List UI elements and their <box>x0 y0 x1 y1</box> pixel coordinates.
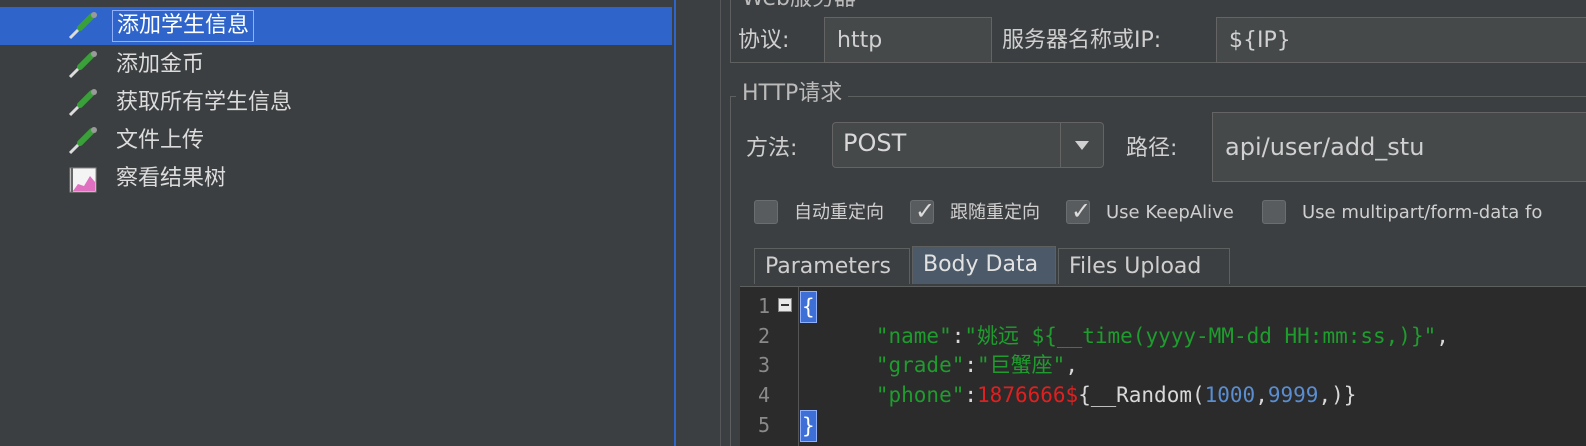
tree-item-label: 添加金币 <box>116 52 205 77</box>
code-line-4: "phone":1876666${__Random(1000,9999,)} <box>800 380 1357 410</box>
pipette-icon <box>68 89 97 117</box>
pipette-icon <box>68 12 97 40</box>
json-comma: , <box>1255 383 1268 407</box>
follow-redirect-label: 跟随重定向 <box>950 202 1040 223</box>
json-number: 1000 <box>1204 383 1256 407</box>
json-invalid-token: 1876666$ <box>977 383 1079 407</box>
http-request-title: HTTP请求 <box>736 80 849 108</box>
json-comma: , <box>1436 324 1449 348</box>
json-colon: : <box>964 353 978 377</box>
code-line-3: "grade":"巨蟹座", <box>800 350 1078 380</box>
json-string: "巨蟹座" <box>977 353 1066 377</box>
multipart-label: Use multipart/form-data fo <box>1302 202 1543 223</box>
tree-item-get-all-students[interactable]: 获取所有学生信息 <box>0 84 672 122</box>
code-line-2: "name":"姚远 ${__time(yyyy-MM-dd HH:mm:ss,… <box>800 321 1449 351</box>
tab-files-upload[interactable]: Files Upload <box>1058 248 1230 284</box>
line-number: 5 <box>757 413 770 437</box>
method-value: POST <box>843 129 907 157</box>
json-function: {__Random( <box>1078 383 1205 407</box>
tab-parameters[interactable]: Parameters <box>754 248 910 284</box>
json-colon: : <box>951 324 965 348</box>
multipart-checkbox[interactable] <box>1262 200 1286 224</box>
protocol-input[interactable] <box>824 17 992 63</box>
server-name-label: 服务器名称或IP: <box>1002 28 1162 53</box>
path-label: 路径: <box>1126 136 1178 161</box>
keepalive-checkbox[interactable]: ✓ <box>1066 197 1092 225</box>
fold-collapse-icon[interactable] <box>778 298 792 312</box>
server-name-input[interactable] <box>1216 17 1586 63</box>
json-string: "姚远 ${__time(yyyy-MM-dd HH:mm:ss,)}" <box>964 324 1437 348</box>
checkmark-icon: ✓ <box>915 197 936 225</box>
json-key: "phone" <box>875 383 965 407</box>
pipette-icon <box>68 51 97 79</box>
test-plan-tree: 添加学生信息 添加金币 获取所有学生信息 文件上传 察看结果树 <box>0 0 674 446</box>
tree-item-label: 文件上传 <box>116 128 205 153</box>
auto-redirect-checkbox[interactable] <box>754 200 778 224</box>
code-line-1: { <box>800 291 817 323</box>
line-number: 1 <box>757 294 770 318</box>
body-data-editor[interactable]: 1 2 3 4 5 { "name":"姚远 ${__time(yyyy-MM-… <box>740 286 1586 446</box>
protocol-label: 协议: <box>738 28 790 53</box>
line-number: 4 <box>757 383 770 407</box>
line-number: 3 <box>757 353 770 377</box>
matched-brace: } <box>800 410 817 442</box>
tree-item-label: 察看结果树 <box>116 166 227 191</box>
line-number-gutter: 1 2 3 4 5 <box>740 287 799 446</box>
tab-body-data[interactable]: Body Data <box>912 246 1056 284</box>
tree-item-view-results-tree[interactable]: 察看结果树 <box>0 160 672 198</box>
json-colon: : <box>964 383 978 407</box>
checkmark-icon: ✓ <box>1071 197 1092 225</box>
pipette-icon <box>68 127 97 155</box>
json-key: "name" <box>875 324 952 348</box>
jmeter-window: 添加学生信息 添加金币 获取所有学生信息 文件上传 察看结果树 协议: http… <box>0 0 1586 446</box>
keepalive-label: Use KeepAlive <box>1106 202 1234 223</box>
json-key: "grade" <box>875 353 965 377</box>
method-select[interactable]: POST <box>832 122 1104 168</box>
matched-brace: { <box>800 291 817 323</box>
method-label: 方法: <box>746 136 798 161</box>
chevron-down-icon <box>1075 140 1089 150</box>
path-input[interactable] <box>1212 112 1586 182</box>
tree-item-label: 获取所有学生信息 <box>116 90 293 115</box>
tree-item-label: 添加学生信息 <box>112 10 255 42</box>
json-comma: , <box>1065 353 1078 377</box>
tree-item-add-student[interactable]: 添加学生信息 <box>0 7 672 45</box>
web-server-title: Web服务器 <box>736 0 862 12</box>
follow-redirect-checkbox[interactable]: ✓ <box>910 197 936 225</box>
json-number: 9999 <box>1267 383 1319 407</box>
method-dropdown-button[interactable] <box>1060 123 1103 167</box>
json-function-end: ,)} <box>1318 383 1357 407</box>
line-number: 2 <box>757 324 770 348</box>
tree-item-file-upload[interactable]: 文件上传 <box>0 122 672 160</box>
code-line-5: } <box>800 410 817 442</box>
splitter-line <box>720 0 721 446</box>
panel-splitter[interactable] <box>676 0 726 446</box>
tree-item-add-coins[interactable]: 添加金币 <box>0 46 672 84</box>
tree-partial-icon <box>60 0 100 4</box>
auto-redirect-label: 自动重定向 <box>794 202 884 223</box>
chart-icon <box>69 167 97 193</box>
